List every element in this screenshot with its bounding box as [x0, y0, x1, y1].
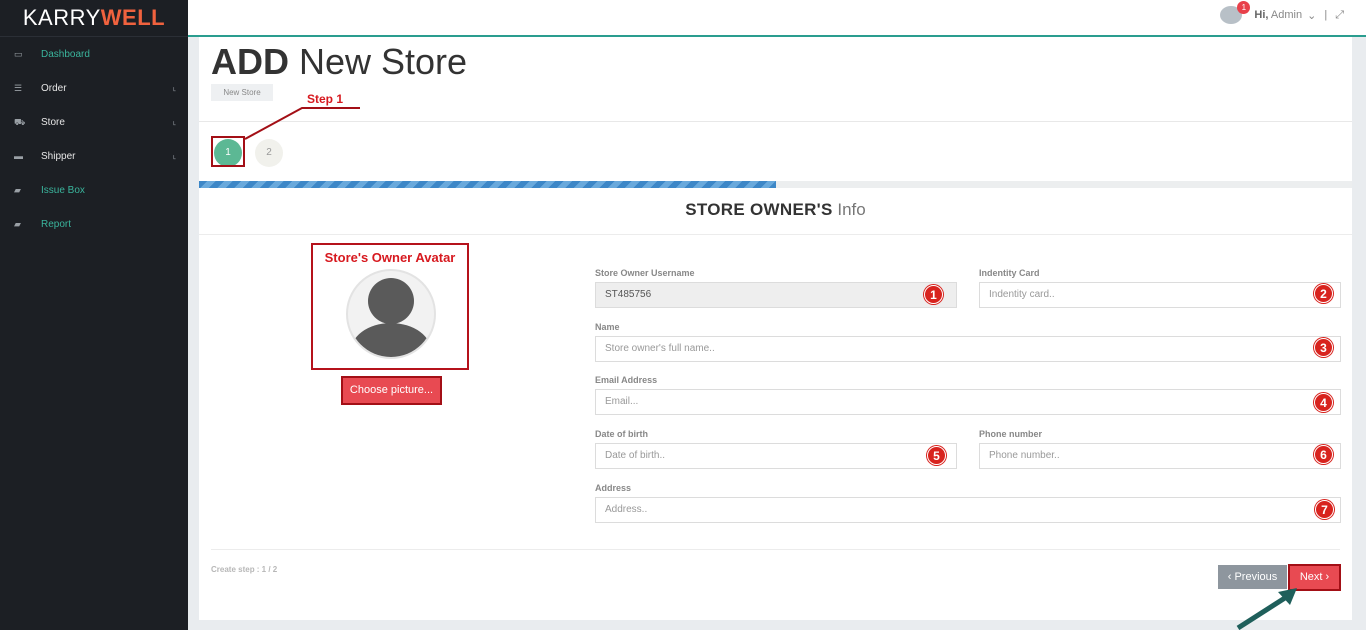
field-number-badge: 1 [924, 285, 943, 304]
username-label: Store Owner Username [595, 268, 695, 278]
chevron-down-icon[interactable]: ⌄ [1307, 9, 1316, 22]
field-number-badge: 3 [1314, 338, 1333, 357]
fullscreen-icon[interactable]: ⤢ [1335, 9, 1344, 22]
notification-badge: 1 [1237, 1, 1251, 14]
sidebar-item-label: Store [41, 116, 65, 128]
page-header: ADD New Store New Store [199, 37, 1352, 121]
user-avatar[interactable]: 1 [1220, 1, 1251, 24]
divider: | [1324, 9, 1328, 21]
sidebar-item-label: Order [41, 82, 67, 94]
sidebar-item-label: Dashboard [41, 48, 90, 60]
field-number-badge: 2 [1314, 284, 1333, 303]
field-number-badge: 4 [1314, 393, 1333, 412]
field-number-badge: 5 [927, 446, 946, 465]
sidebar-item-report[interactable]: ▰ Report [0, 207, 188, 241]
address-label: Address [595, 483, 632, 493]
step-annotation-label: Step 1 [307, 92, 344, 106]
chevron-icon: ˪ [173, 117, 176, 127]
name-label: Name [595, 322, 620, 332]
page-title-bold: ADD [211, 41, 289, 82]
name-field[interactable]: Store owner's full name.. [595, 336, 1341, 362]
avatar-body [350, 323, 432, 357]
cart-icon: ⛟ [14, 117, 26, 127]
section-title: STORE OWNER'S Info [199, 200, 1352, 220]
user-menu[interactable]: 1 Hi, Admin ⌄ | ⤢ [1220, 1, 1344, 24]
brand-logo[interactable]: KARRY WELL [0, 0, 188, 37]
page-title-rest: New Store [289, 41, 468, 82]
phone-field[interactable]: Phone number.. [979, 443, 1341, 469]
previous-button[interactable]: ‹ Previous [1218, 565, 1287, 589]
field-number-badge: 7 [1315, 500, 1334, 519]
avatar-highlight-box: Store's Owner Avatar [311, 243, 469, 370]
top-bar: 1 Hi, Admin ⌄ | ⤢ [188, 0, 1366, 37]
greeting-hi: Hi, [1254, 9, 1269, 21]
sidebar-item-label: Shipper [41, 150, 76, 162]
sidebar-item-order[interactable]: ☰ Order ˪ [0, 71, 188, 105]
divider [211, 549, 1340, 550]
wizard-steps: 1 2 [199, 121, 1352, 181]
chevron-icon: ˪ [173, 83, 176, 93]
brand-logo-part1: KARRY [22, 5, 101, 30]
wizard-progress-bar [199, 181, 1352, 188]
list-icon: ☰ [14, 83, 23, 93]
divider [199, 234, 1352, 235]
avatar-placeholder-icon [346, 269, 436, 359]
truck-icon: ▬ [14, 151, 23, 161]
username-field[interactable]: ST485756 [595, 282, 957, 308]
page-title: ADD New Store [211, 41, 467, 83]
breadcrumb[interactable]: New Store [211, 84, 273, 101]
section-title-rest: Info [832, 200, 866, 219]
book-icon: ▰ [14, 219, 21, 229]
sidebar-item-dashboard[interactable]: ▭ Dashboard [0, 37, 188, 71]
brand-logo-part2: WELL [100, 5, 166, 30]
sidebar-item-label: Report [41, 218, 72, 230]
greeting-name: Admin [1268, 9, 1303, 21]
phone-label: Phone number [979, 429, 1043, 439]
book-icon: ▰ [14, 185, 21, 195]
step-2-indicator[interactable]: 2 [255, 139, 283, 167]
form-panel: STORE OWNER'S Info Store's Owner Avatar … [199, 188, 1352, 620]
identity-card-field[interactable]: Indentity card.. [979, 282, 1341, 308]
laptop-icon: ▭ [14, 49, 23, 59]
email-label: Email Address [595, 375, 658, 385]
wizard-progress-fill [199, 181, 776, 188]
avatar-head [368, 278, 414, 324]
identity-card-label: Indentity Card [979, 268, 1040, 278]
choose-picture-button[interactable]: Choose picture... [341, 376, 442, 405]
dob-field[interactable]: Date of birth.. [595, 443, 957, 469]
sidebar-item-store[interactable]: ⛟ Store ˪ [0, 105, 188, 139]
field-number-badge: 6 [1314, 445, 1333, 464]
avatar-label: Store's Owner Avatar [324, 250, 456, 265]
sidebar-item-shipper[interactable]: ▬ Shipper ˪ [0, 139, 188, 173]
chevron-icon: ˪ [173, 151, 176, 161]
create-step-indicator: Create step : 1 / 2 [211, 565, 278, 574]
section-title-bold: STORE OWNER'S [685, 200, 833, 219]
sidebar-item-issue-box[interactable]: ▰ Issue Box [0, 173, 188, 207]
email-field[interactable]: Email... [595, 389, 1341, 415]
sidebar: KARRY WELL ▭ Dashboard ☰ Order ˪ ⛟ Store … [0, 0, 188, 630]
step-1-highlight [211, 136, 245, 167]
dob-label: Date of birth [595, 429, 648, 439]
address-field[interactable]: Address.. [595, 497, 1341, 523]
sidebar-item-label: Issue Box [41, 184, 85, 196]
user-greeting[interactable]: Hi, Admin [1254, 9, 1302, 21]
next-button[interactable]: Next › [1288, 564, 1341, 591]
